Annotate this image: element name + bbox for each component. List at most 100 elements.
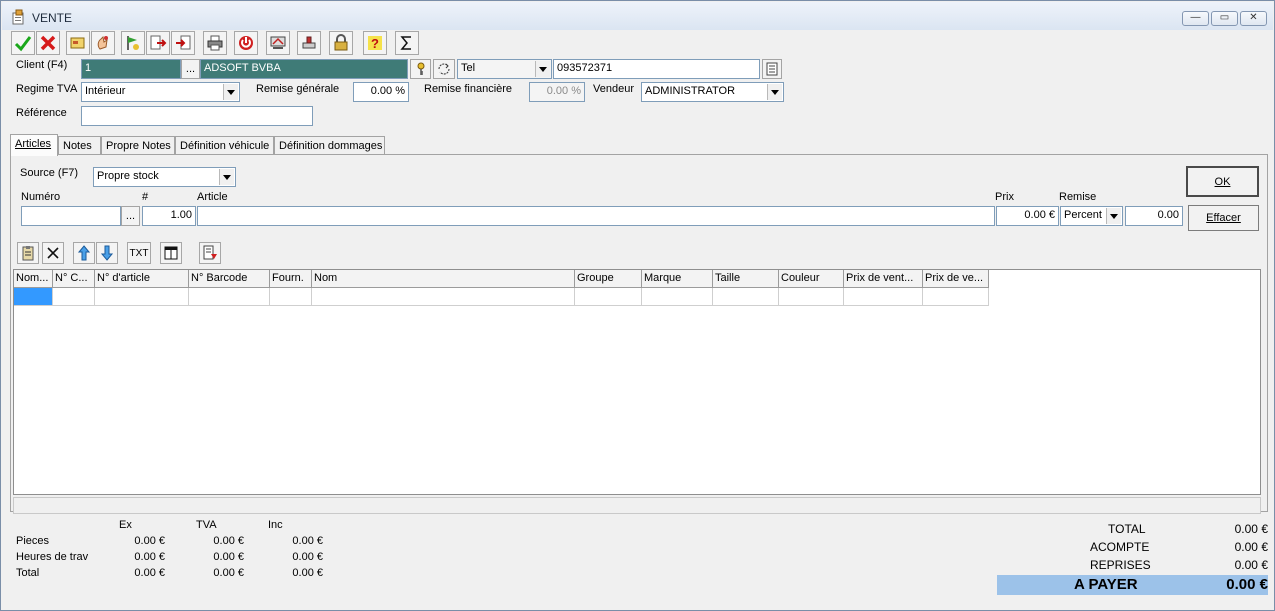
cancel-button[interactable] [36, 31, 60, 55]
power-button[interactable] [234, 31, 258, 55]
column-header[interactable]: N° C... [53, 270, 95, 288]
contact-value-field[interactable]: 093572371 [553, 59, 760, 79]
column-header[interactable]: N° d'article [95, 270, 189, 288]
effacer-button[interactable]: Effacer [1188, 205, 1259, 231]
print-button[interactable] [203, 31, 227, 55]
column-header[interactable]: Fourn. [270, 270, 312, 288]
maximize-button[interactable]: ▭ [1211, 11, 1238, 26]
source-select[interactable]: Propre stock [93, 167, 236, 187]
column-header[interactable]: Nom... [14, 270, 53, 288]
customer-card-button[interactable] [66, 31, 90, 55]
grid-cell[interactable] [189, 288, 270, 306]
export-grid-button[interactable] [199, 242, 221, 264]
tab-notes[interactable]: Notes [58, 136, 101, 156]
delete-icon [47, 247, 59, 259]
numero-field[interactable] [21, 206, 121, 226]
contact-type-select[interactable]: Tel [457, 59, 552, 79]
summary-value: 0.00 € [134, 535, 165, 547]
grid-cell[interactable] [844, 288, 923, 306]
column-header[interactable]: Nom [312, 270, 575, 288]
horizontal-scrollbar[interactable] [13, 497, 1261, 514]
regime-select[interactable]: Intérieur [81, 82, 240, 102]
client-browse-button[interactable]: ... [181, 59, 200, 79]
chevron-down-icon [767, 84, 782, 100]
grid-cell[interactable] [642, 288, 713, 306]
column-header[interactable]: N° Barcode [189, 270, 270, 288]
column-header[interactable]: Prix de vent... [844, 270, 923, 288]
import-button[interactable] [171, 31, 195, 55]
articles-grid[interactable]: Nom... N° C... N° d'article N° Barcode F… [13, 269, 1261, 495]
grid-cell[interactable] [270, 288, 312, 306]
paste-row-button[interactable] [17, 242, 39, 264]
tab-propre-notes[interactable]: Propre Notes [101, 136, 175, 156]
chevron-down-icon [535, 61, 550, 77]
summary-col-tva: TVA [196, 519, 217, 531]
contact-details-button[interactable] [762, 59, 782, 79]
summary-value: 0.00 € [213, 567, 244, 579]
prix-field[interactable]: 0.00 € [996, 206, 1059, 226]
remise-generale-field[interactable]: 0.00 % [353, 82, 409, 102]
remise-type-value: Percent [1064, 209, 1102, 221]
tab-articles[interactable]: Articles [10, 134, 58, 156]
move-up-button[interactable] [73, 242, 95, 264]
tab-label: Articles [15, 138, 52, 150]
tab-label: Définition véhicule [180, 140, 270, 152]
tab-definition-dommages[interactable]: Définition dommages [274, 136, 385, 156]
column-header[interactable]: Marque [642, 270, 713, 288]
article-field[interactable] [197, 206, 995, 226]
source-label: Source (F7) [20, 167, 79, 179]
screen-icon [270, 36, 286, 49]
screen-button[interactable] [266, 31, 290, 55]
lock-button[interactable] [329, 31, 353, 55]
tab-label: Définition dommages [279, 140, 383, 152]
remise-financiere-field: 0.00 % [529, 82, 585, 102]
grid-cell[interactable] [713, 288, 779, 306]
delete-row-button[interactable] [42, 242, 64, 264]
close-button[interactable]: ✕ [1240, 11, 1267, 26]
move-down-button[interactable] [96, 242, 118, 264]
help-button[interactable]: ? [363, 31, 387, 55]
effacer-label: Effacer [1206, 212, 1241, 224]
column-header[interactable]: Groupe [575, 270, 642, 288]
grid-cell[interactable] [53, 288, 95, 306]
summary-value: 0.00 € [213, 551, 244, 563]
grid-cell[interactable] [575, 288, 642, 306]
document-icon [766, 62, 778, 76]
grid-cell[interactable] [923, 288, 989, 306]
flag-button[interactable] [121, 31, 145, 55]
ok-button[interactable]: OK [1186, 166, 1259, 197]
quantity-field[interactable]: 1.00 [142, 206, 196, 226]
contact-switch-button[interactable] [433, 59, 455, 79]
qty-label: # [142, 191, 149, 203]
minimize-button[interactable]: — [1182, 11, 1209, 26]
column-header[interactable]: Prix de ve... [923, 270, 989, 288]
remise-type-select[interactable]: Percent [1060, 206, 1123, 226]
svg-text:?: ? [371, 36, 379, 51]
sum-button[interactable] [395, 31, 419, 55]
grid-cell-selected[interactable] [14, 288, 53, 306]
hand-button[interactable] [91, 31, 115, 55]
remise-value-field[interactable]: 0.00 [1125, 206, 1183, 226]
column-header[interactable]: Couleur [779, 270, 844, 288]
total-label: TOTAL [1108, 522, 1146, 536]
stamp-button[interactable] [297, 31, 321, 55]
column-header[interactable]: Taille [713, 270, 779, 288]
client-name-field[interactable]: ADSOFT BVBA [200, 59, 408, 79]
tab-definition-vehicule[interactable]: Définition véhicule [175, 136, 274, 156]
reference-field[interactable] [81, 106, 313, 126]
grid-cell[interactable] [312, 288, 575, 306]
prix-label: Prix [995, 191, 1014, 203]
client-lookup-button[interactable] [410, 59, 431, 79]
grid-cell[interactable] [95, 288, 189, 306]
summary-value: 0.00 € [134, 551, 165, 563]
validate-button[interactable] [11, 31, 35, 55]
vendeur-select[interactable]: ADMINISTRATOR [641, 82, 784, 102]
export-button[interactable] [146, 31, 170, 55]
client-code-field[interactable]: 1 [81, 59, 181, 79]
summary-row-label: Total [16, 567, 40, 579]
numero-browse-button[interactable]: ... [121, 206, 140, 226]
columns-button[interactable] [160, 242, 182, 264]
key-icon [417, 62, 424, 75]
grid-cell[interactable] [779, 288, 844, 306]
text-line-button[interactable]: TXT [127, 242, 151, 264]
